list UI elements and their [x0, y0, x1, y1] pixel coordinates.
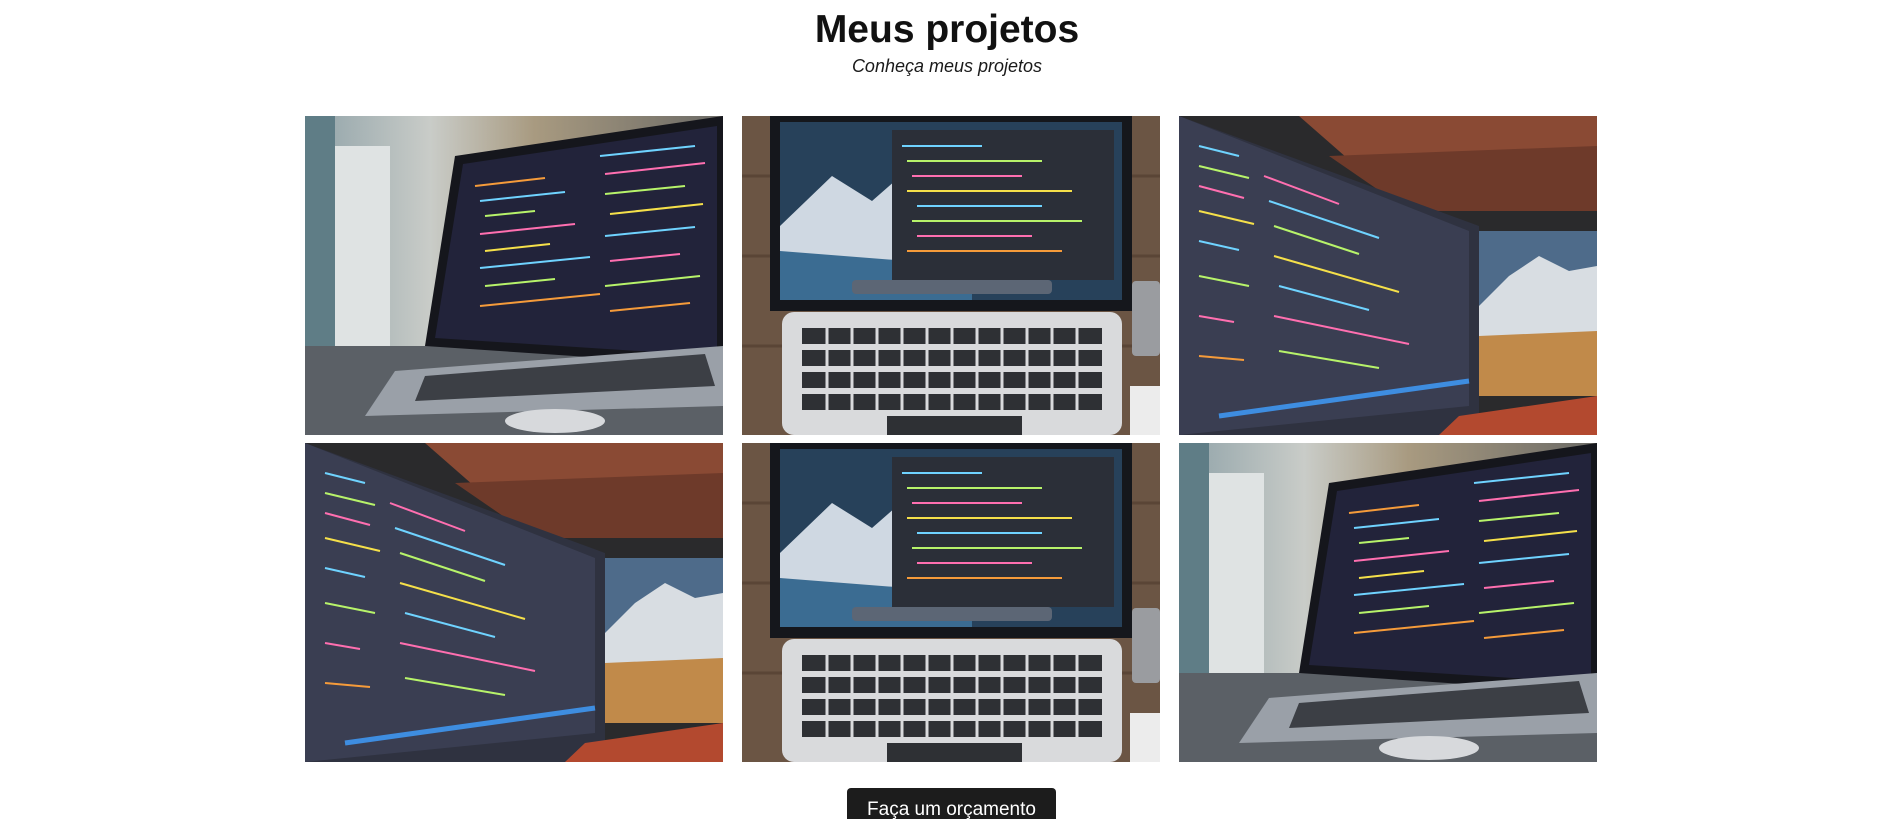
project-card-6[interactable]	[1179, 443, 1597, 762]
project-card-1[interactable]	[305, 116, 723, 435]
laptop-dual-screen-photo	[305, 443, 723, 762]
laptop-side-code-photo	[305, 116, 723, 435]
laptop-dual-screen-photo	[1179, 116, 1597, 435]
page-subtitle: Conheça meus projetos	[851, 56, 1043, 76]
portfolio-section: Meus projetos Conheça meus projetos Faça…	[0, 0, 1894, 819]
projects-grid	[305, 116, 1597, 762]
project-card-5[interactable]	[742, 443, 1160, 762]
project-card-3[interactable]	[1179, 116, 1597, 435]
laptop-top-down-photo	[742, 116, 1160, 435]
request-quote-button[interactable]: Faça um orçamento	[847, 788, 1056, 819]
laptop-top-down-photo	[742, 443, 1160, 762]
project-card-2[interactable]	[742, 116, 1160, 435]
laptop-side-code-photo	[1179, 443, 1597, 762]
page-title: Meus projetos	[814, 8, 1080, 51]
project-card-4[interactable]	[305, 443, 723, 762]
